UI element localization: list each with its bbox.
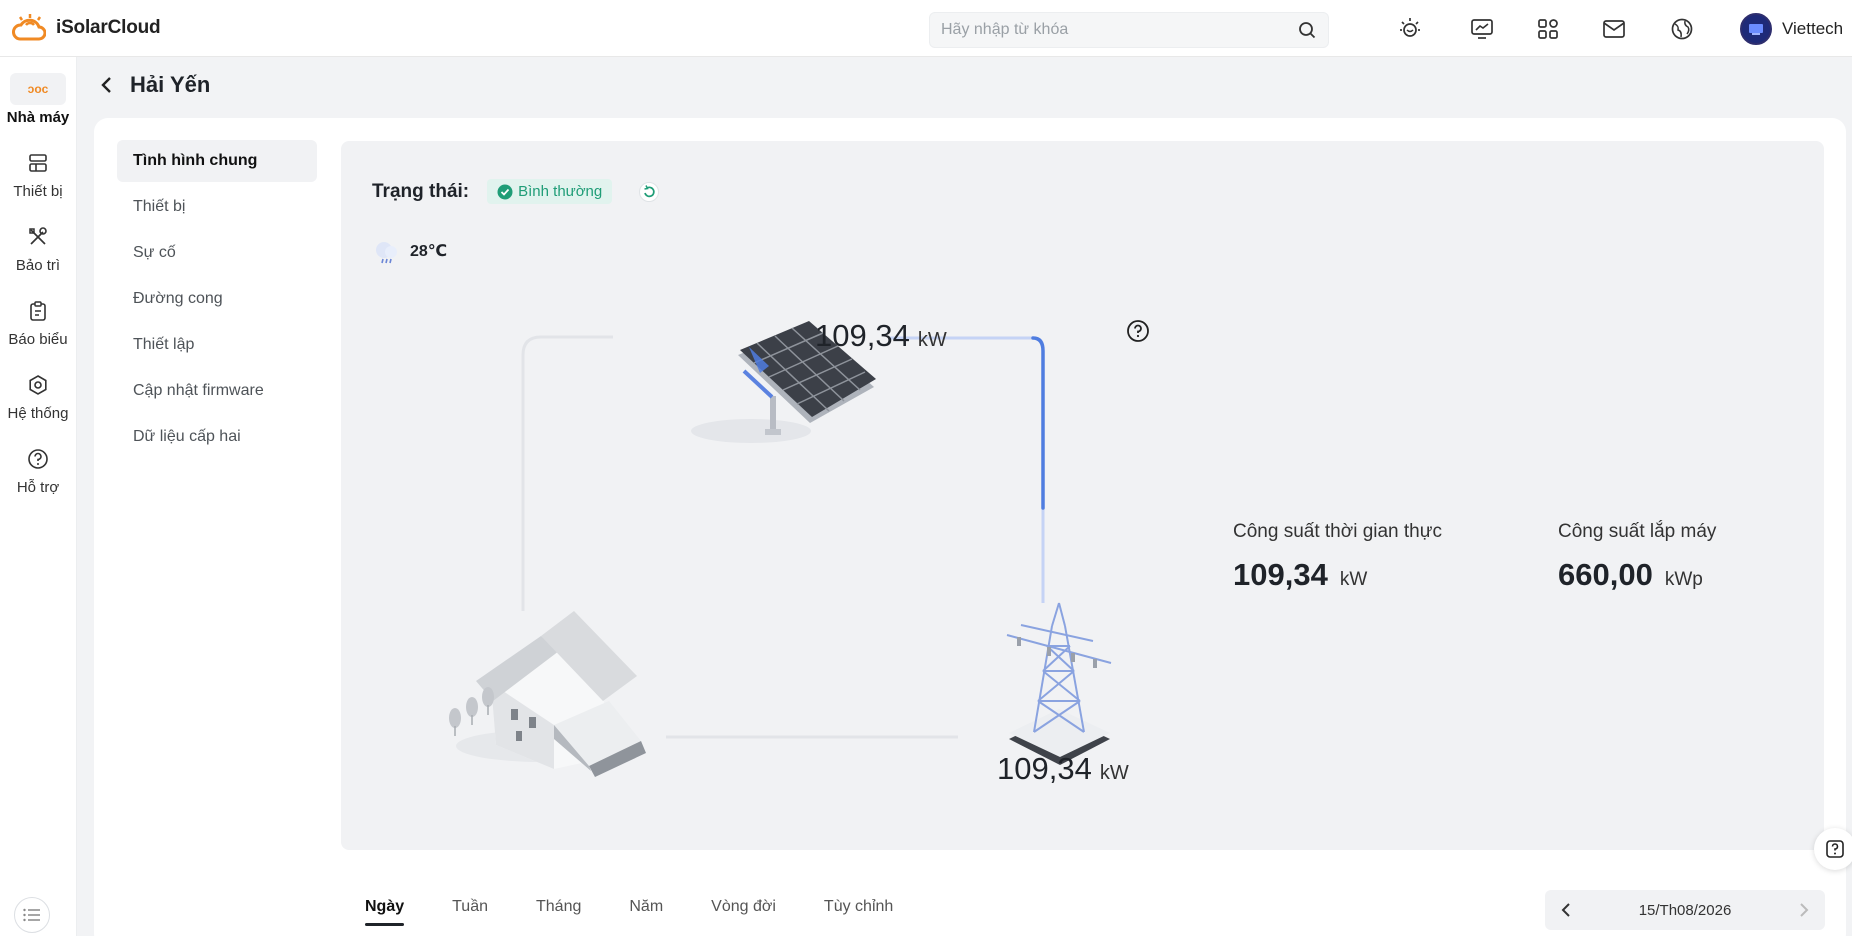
user-name: Viettech bbox=[1782, 19, 1844, 38]
submenu-item-devices[interactable]: Thiết bị bbox=[117, 186, 317, 228]
avatar-image-icon bbox=[1749, 24, 1763, 35]
realtime-power-unit: kW bbox=[1339, 569, 1368, 590]
nav-item-system[interactable]: Hệ thống bbox=[0, 369, 76, 422]
globe-icon[interactable] bbox=[1669, 16, 1695, 42]
realtime-power-label: Công suất thời gian thực bbox=[1233, 521, 1442, 542]
realtime-power-stat: Công suất thời gian thực 109,34 kW bbox=[1233, 521, 1442, 593]
tab-year[interactable]: Năm bbox=[629, 898, 663, 926]
search-icon[interactable] bbox=[1298, 21, 1316, 39]
nav-item-device[interactable]: Thiết bị bbox=[0, 147, 76, 200]
search-input[interactable] bbox=[930, 13, 1270, 47]
apps-grid-icon[interactable] bbox=[1535, 16, 1561, 42]
app-name: iSolarCloud bbox=[56, 17, 161, 38]
pv-to-grid-line bbox=[889, 336, 1045, 603]
tab-day[interactable]: Ngày bbox=[365, 898, 405, 926]
svg-text:ɔoc: ɔoc bbox=[28, 82, 49, 96]
house-icon bbox=[449, 611, 646, 777]
isolarcloud-logo-icon bbox=[12, 14, 46, 41]
pv-power-number: 109,34 bbox=[815, 318, 910, 353]
submenu-item-firmware[interactable]: Cập nhật firmware bbox=[117, 370, 317, 412]
device-icon bbox=[10, 147, 66, 179]
help-icon bbox=[10, 443, 66, 475]
back-arrow-icon[interactable] bbox=[98, 75, 116, 95]
tab-lifetime[interactable]: Vòng đời bbox=[711, 898, 776, 926]
logo[interactable]: iSolarCloud bbox=[12, 13, 161, 43]
pv-to-home-line bbox=[521, 335, 613, 611]
realtime-power-number: 109,34 bbox=[1233, 557, 1328, 592]
date-picker: 15/Th08/2026 bbox=[1545, 890, 1825, 930]
floating-help-button[interactable] bbox=[1814, 828, 1852, 870]
installed-capacity-number: 660,00 bbox=[1558, 557, 1653, 592]
chevron-right-icon[interactable] bbox=[1797, 902, 1811, 918]
station-submenu: Tình hình chung Thiết bị Sự cố Đường con… bbox=[117, 140, 317, 462]
nav-item-support[interactable]: Hỗ trợ bbox=[0, 443, 76, 496]
selected-date[interactable]: 15/Th08/2026 bbox=[1639, 902, 1732, 919]
user-menu[interactable]: Viettech bbox=[1740, 13, 1843, 45]
mail-icon[interactable] bbox=[1601, 16, 1627, 42]
grid-power-unit: kW bbox=[1099, 762, 1129, 784]
tab-custom[interactable]: Tùy chỉnh bbox=[824, 898, 893, 926]
tab-month[interactable]: Tháng bbox=[536, 898, 581, 926]
installed-capacity-stat: Công suất lắp máy 660,00 kWp bbox=[1558, 521, 1716, 593]
nav-item-report[interactable]: Báo biểu bbox=[0, 295, 76, 348]
submenu-item-secondary-data[interactable]: Dữ liệu cấp hai bbox=[117, 416, 317, 458]
tools-icon bbox=[10, 221, 66, 253]
nav-item-plant[interactable]: ɔoc Nhà máy bbox=[0, 73, 76, 126]
pv-power-value: 109,34 kW bbox=[815, 318, 947, 354]
pv-power-unit: kW bbox=[917, 329, 947, 351]
gear-icon bbox=[10, 369, 66, 401]
pv-to-grid-flow bbox=[1031, 336, 1045, 510]
submenu-item-curves[interactable]: Đường cong bbox=[117, 278, 317, 320]
page-title: Hải Yến bbox=[130, 72, 211, 97]
grid-power-value: 109,34 kW bbox=[997, 751, 1129, 787]
page-header: Hải Yến bbox=[98, 72, 210, 98]
search-box bbox=[929, 12, 1329, 48]
top-bar: iSolarCloud Hãy nhập từ khóa Viettech bbox=[0, 0, 1852, 57]
collapse-nav-button[interactable] bbox=[14, 897, 50, 933]
submenu-item-overview[interactable]: Tình hình chung bbox=[117, 140, 317, 182]
list-collapse-icon bbox=[23, 908, 40, 922]
avatar bbox=[1740, 13, 1772, 45]
report-icon bbox=[10, 295, 66, 327]
nav-item-maintenance[interactable]: Bảo trì bbox=[0, 221, 76, 274]
period-tabs: Ngày Tuần Tháng Năm Vòng đời Tùy chỉnh bbox=[365, 898, 893, 926]
submenu-item-settings[interactable]: Thiết lập bbox=[117, 324, 317, 366]
submenu-item-faults[interactable]: Sự cố bbox=[117, 232, 317, 274]
grid-power-number: 109,34 bbox=[997, 751, 1092, 786]
transmission-tower-icon bbox=[1006, 602, 1112, 765]
tab-week[interactable]: Tuần bbox=[452, 898, 488, 926]
help-chat-icon bbox=[1826, 840, 1844, 858]
sun-icon[interactable] bbox=[1397, 16, 1423, 42]
installed-capacity-label: Công suất lắp máy bbox=[1558, 521, 1717, 542]
left-nav: ɔoc Nhà máy Thiết bị Bảo trì Báo biểu Hệ… bbox=[0, 57, 77, 936]
help-circle-icon[interactable] bbox=[1126, 319, 1150, 343]
energy-flow-diagram bbox=[449, 321, 1112, 777]
installed-capacity-unit: kWp bbox=[1664, 569, 1703, 590]
plant-icon: ɔoc bbox=[10, 73, 66, 105]
overview-panel: Trạng thái: Bình thường 28℃ 109,34 kW 10… bbox=[341, 141, 1824, 850]
monitor-chart-icon[interactable] bbox=[1469, 16, 1495, 42]
chevron-left-icon[interactable] bbox=[1559, 902, 1573, 918]
